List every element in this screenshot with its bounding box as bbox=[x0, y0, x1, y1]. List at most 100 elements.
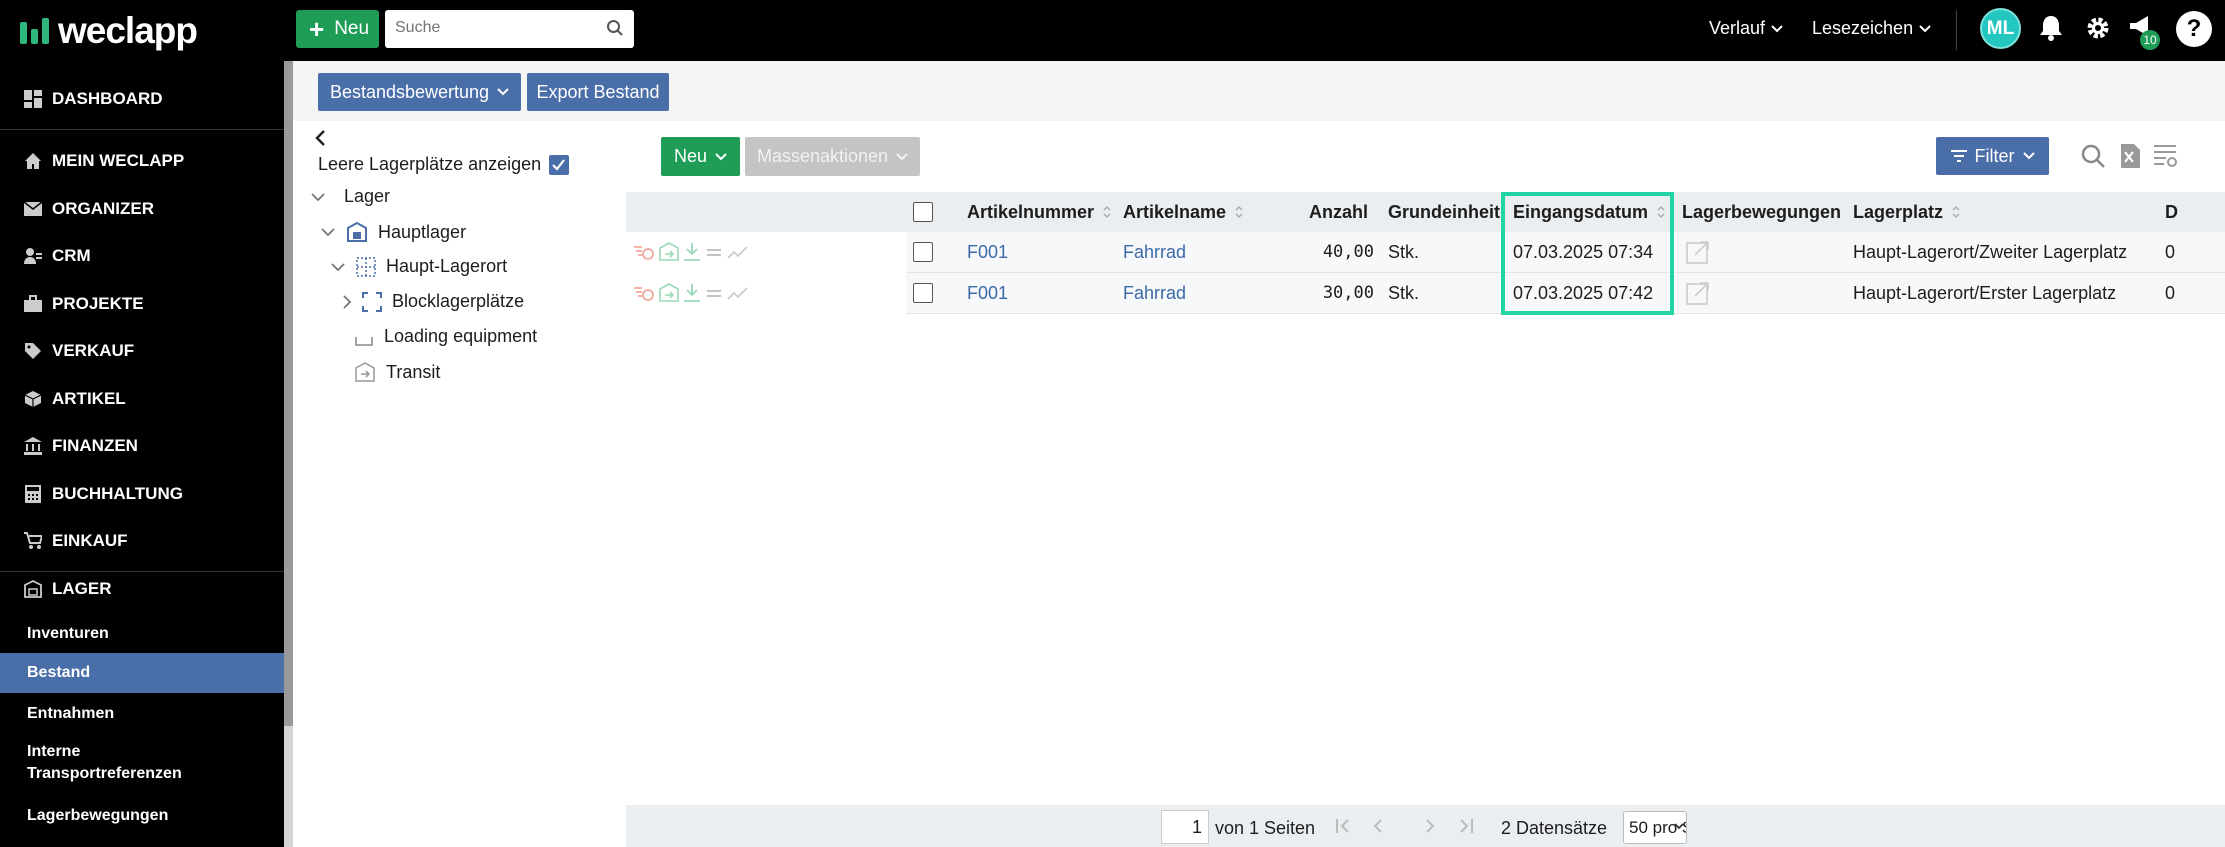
open-movements-icon[interactable] bbox=[1686, 281, 1710, 305]
open-movements-icon[interactable] bbox=[1686, 240, 1710, 264]
tree-node-hauptlager[interactable]: Hauptlager bbox=[320, 221, 466, 243]
chevron-down-icon bbox=[715, 152, 727, 160]
sidebar-item-label: CRM bbox=[52, 246, 91, 265]
chevron-down-icon[interactable] bbox=[320, 227, 336, 237]
export-stock-button[interactable]: Export Bestand bbox=[527, 73, 669, 111]
warehouse-icon bbox=[347, 221, 367, 242]
sidebar-item-buchhaltung[interactable]: BUCHHALTUNG bbox=[0, 479, 284, 509]
sidebar-subitem-lagerbewegungen[interactable]: Lagerbewegungen bbox=[0, 802, 284, 830]
search-input[interactable] bbox=[385, 10, 595, 46]
show-empty-locations-checkbox[interactable] bbox=[549, 154, 570, 175]
sidebar-subitem-entnahmen[interactable]: Entnahmen bbox=[0, 700, 284, 728]
sidebar-item-mein-weclapp[interactable]: MEIN WECLAPP bbox=[0, 146, 284, 176]
sidebar-item-projekte[interactable]: PROJEKTE bbox=[0, 289, 284, 319]
box-icon bbox=[24, 390, 42, 408]
sort-icon[interactable] bbox=[1102, 204, 1112, 220]
download-icon[interactable] bbox=[683, 283, 701, 303]
sidebar-item-dashboard[interactable]: DASHBOARD bbox=[0, 84, 284, 114]
transfer-icon[interactable] bbox=[659, 283, 679, 303]
sidebar-item-artikel[interactable]: ARTIKEL bbox=[0, 384, 284, 414]
column-header-article-name[interactable]: Artikelname bbox=[1123, 192, 1244, 232]
tree-node-blocklagerplaetze[interactable]: Blocklagerplätze bbox=[342, 291, 524, 312]
chevron-down-icon[interactable] bbox=[330, 262, 346, 272]
equals-icon[interactable] bbox=[705, 283, 723, 303]
bulk-actions-button[interactable]: Massenaktionen bbox=[745, 137, 920, 176]
article-name-link[interactable]: Fahrrad bbox=[1123, 273, 1186, 313]
chevron-down-icon bbox=[497, 88, 509, 96]
sidebar-item-verkauf[interactable]: VERKAUF bbox=[0, 336, 284, 366]
sidebar-subitem-inventuren[interactable]: Inventuren bbox=[0, 620, 284, 648]
sort-icon[interactable] bbox=[1951, 204, 1961, 220]
select-all-checkbox[interactable] bbox=[913, 202, 933, 222]
sidebar-divider bbox=[0, 571, 284, 572]
valuation-button[interactable]: Bestandsbewertung bbox=[318, 73, 521, 111]
chevron-left-icon[interactable] bbox=[314, 129, 326, 147]
sidebar-item-finanzen[interactable]: FINANZEN bbox=[0, 431, 284, 461]
sidebar-item-lager[interactable]: LAGER bbox=[0, 574, 284, 604]
tree-node-label: Loading equipment bbox=[384, 326, 538, 346]
remove-stock-icon[interactable] bbox=[633, 242, 655, 262]
sidebar-item-label: VERKAUF bbox=[52, 341, 135, 360]
equals-icon[interactable] bbox=[705, 242, 723, 262]
tree-node-loading-equipment[interactable]: Loading equipment bbox=[354, 326, 537, 347]
sidebar-scrollbar[interactable] bbox=[284, 61, 293, 847]
extra-cell: 0 bbox=[2165, 282, 2176, 303]
column-header-unit[interactable]: Grundeinheit bbox=[1388, 192, 1500, 232]
remove-stock-icon[interactable] bbox=[633, 283, 655, 303]
last-page-icon[interactable] bbox=[1456, 818, 1474, 834]
bookmarks-menu[interactable]: Lesezeichen bbox=[1812, 18, 1931, 39]
gear-icon[interactable] bbox=[2084, 14, 2112, 42]
column-header-location[interactable]: Lagerplatz bbox=[1853, 192, 1961, 232]
user-avatar[interactable]: ML bbox=[1980, 8, 2021, 49]
row-checkbox[interactable] bbox=[913, 242, 933, 262]
tree-node-lager[interactable]: Lager bbox=[310, 186, 390, 207]
trend-icon[interactable] bbox=[727, 242, 749, 262]
sidebar-subitem-bestand[interactable]: Bestand bbox=[0, 653, 284, 693]
tree-node-transit[interactable]: Transit bbox=[354, 361, 440, 383]
history-menu[interactable]: Verlauf bbox=[1709, 18, 1783, 39]
chevron-down-icon bbox=[1771, 24, 1783, 32]
sidebar-item-organizer[interactable]: ORGANIZER bbox=[0, 194, 284, 224]
global-new-button[interactable]: + Neu bbox=[296, 10, 379, 48]
sidebar-subitem-transportreferenzen[interactable]: Interne Transportreferenzen bbox=[0, 741, 284, 787]
weclapp-logo[interactable]: weclapp bbox=[20, 10, 198, 52]
filter-button[interactable]: Filter bbox=[1936, 137, 2049, 175]
trend-icon[interactable] bbox=[727, 283, 749, 303]
column-header-movements[interactable]: Lagerbewegungen bbox=[1682, 192, 1841, 232]
article-number-link[interactable]: F001 bbox=[967, 232, 1008, 272]
new-record-button[interactable]: Neu bbox=[661, 137, 740, 176]
chevron-right-icon[interactable] bbox=[342, 294, 352, 310]
quantity-cell: 30,00 bbox=[1322, 283, 1374, 303]
page-number-input[interactable]: 1 bbox=[1161, 810, 1209, 844]
tree-node-haupt-lagerort[interactable]: Haupt-Lagerort bbox=[330, 256, 507, 277]
search-icon[interactable] bbox=[606, 19, 624, 37]
sort-icon[interactable] bbox=[1234, 204, 1244, 220]
home-icon bbox=[24, 152, 42, 170]
column-header-extra[interactable]: D bbox=[2165, 192, 2178, 232]
help-button[interactable]: ? bbox=[2176, 11, 2212, 47]
previous-page-icon[interactable] bbox=[1372, 818, 1384, 834]
sidebar-item-einkauf[interactable]: EINKAUF bbox=[0, 526, 284, 556]
valuation-label: Bestandsbewertung bbox=[329, 81, 490, 102]
column-settings-icon[interactable] bbox=[2153, 143, 2179, 169]
record-count-text: 2 Datensätze bbox=[1501, 818, 1608, 838]
unit-cell: Stk. bbox=[1388, 241, 1420, 262]
article-name-link[interactable]: Fahrrad bbox=[1123, 232, 1186, 272]
transfer-icon[interactable] bbox=[659, 242, 679, 262]
next-page-icon[interactable] bbox=[1424, 818, 1436, 834]
article-number-link[interactable]: F001 bbox=[967, 273, 1008, 313]
download-icon[interactable] bbox=[683, 242, 701, 262]
column-header-quantity[interactable]: Anzahl bbox=[1309, 192, 1368, 232]
sidebar-scroll-thumb[interactable] bbox=[284, 61, 293, 726]
chevron-down-icon[interactable] bbox=[310, 192, 326, 202]
column-header-article-number[interactable]: Artikelnummer bbox=[967, 192, 1112, 232]
search-icon[interactable] bbox=[2080, 143, 2106, 169]
sidebar-item-crm[interactable]: CRM bbox=[0, 241, 284, 271]
excel-export-icon[interactable] bbox=[2119, 143, 2141, 169]
bulk-actions-label: Massenaktionen bbox=[756, 146, 889, 166]
first-page-icon[interactable] bbox=[1335, 818, 1353, 834]
chevron-down-icon bbox=[896, 152, 908, 160]
row-checkbox[interactable] bbox=[913, 283, 933, 303]
bank-icon bbox=[24, 437, 42, 455]
bell-icon[interactable] bbox=[2038, 14, 2064, 42]
